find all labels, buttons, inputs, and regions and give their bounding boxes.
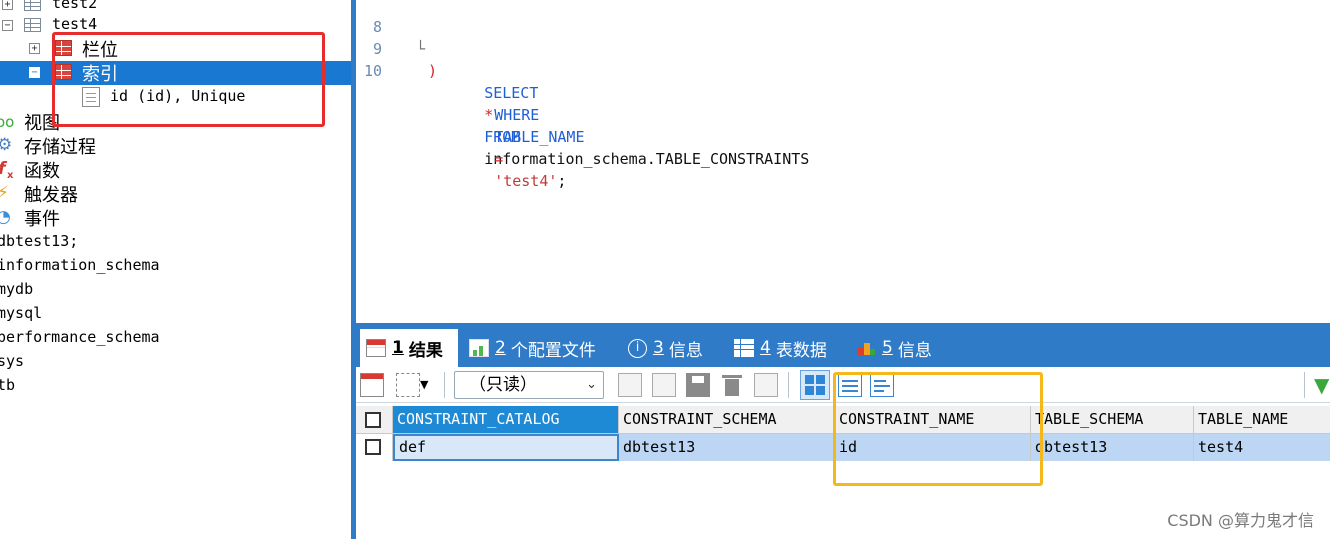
tree-item-label: test2 — [52, 0, 98, 12]
tree-item-label: sys — [0, 352, 25, 370]
select-all-checkbox[interactable] — [365, 412, 381, 428]
table-icon — [24, 0, 41, 11]
tab-label: 表数据 — [775, 340, 827, 361]
collapse-icon[interactable]: − — [2, 20, 13, 31]
tab-messages[interactable]: i 3 信息 — [628, 329, 703, 367]
add-row-icon[interactable] — [360, 373, 384, 397]
cancel-changes-icon[interactable] — [754, 373, 778, 397]
result-grid-icon — [366, 339, 386, 357]
fold-marker: └ — [416, 40, 426, 58]
tab-number: 4 — [760, 338, 771, 358]
filter-icon[interactable]: ▼ — [1314, 373, 1330, 397]
tab-label: 信息 — [897, 340, 932, 361]
save-icon[interactable] — [686, 373, 710, 397]
row-checkbox[interactable] — [365, 439, 381, 455]
toolbar-separator — [444, 372, 445, 398]
tree-item-label: information_schema — [0, 256, 160, 274]
delete-icon[interactable] — [720, 373, 744, 397]
column-header[interactable]: CONSTRAINT_CATALOG — [393, 406, 619, 433]
tab-info[interactable]: 5 信息 — [856, 329, 932, 367]
tab-number: 1 — [392, 338, 404, 358]
info-icon: i — [628, 338, 647, 358]
line-number: 10 — [363, 62, 382, 80]
lightning-icon: ⚡ — [0, 183, 9, 203]
tab-result[interactable]: 1 结果 — [360, 329, 458, 367]
column-header[interactable]: CONSTRAINT_SCHEMA — [619, 406, 835, 433]
grid-view-icon[interactable] — [800, 370, 830, 400]
tab-number: 5 — [882, 338, 893, 358]
grid-cell[interactable]: dbtest13 — [1031, 434, 1194, 461]
sql-identifier: TABLE_NAME — [494, 128, 585, 146]
tree-item-label: tb — [0, 376, 16, 394]
readonly-mode-select[interactable]: （只读） ⌄ — [454, 371, 604, 399]
row-select-cell[interactable] — [356, 434, 393, 461]
column-header[interactable]: TABLE_NAME — [1194, 406, 1330, 433]
tree-item-label: performance_schema — [0, 328, 160, 346]
tab-number: 2 — [495, 338, 506, 358]
table-icon — [24, 18, 41, 32]
readonly-mode-value: （只读） — [469, 375, 537, 395]
grid-cell[interactable]: test4 — [1194, 434, 1330, 461]
gear-icon: ⚙ — [0, 135, 13, 155]
sql-terminator: ; — [557, 172, 567, 190]
chevron-down-icon: ⌄ — [586, 377, 597, 392]
code-line: 10 WHERE TABLE_NAME = 'test4'; — [356, 38, 585, 190]
code-line: 8 └ ) — [356, 0, 437, 80]
code-line: 9 SELECT * FROM information_schema.TABLE… — [356, 16, 809, 168]
tree-item-label: 触发器 — [24, 185, 78, 206]
tree-item-label: 存储过程 — [24, 137, 96, 158]
tab-label: 信息 — [668, 340, 703, 361]
select-all-cell[interactable] — [356, 406, 393, 433]
toolbar-separator — [1304, 372, 1305, 398]
tree-item-label: test4 — [52, 15, 98, 33]
export-dropdown-icon[interactable]: ▼ — [420, 373, 434, 397]
result-tabbar: 1 结果 2 个配置文件 i 3 信息 4 表数据 5 信息 — [356, 323, 1330, 367]
views-icon: oo — [0, 113, 15, 131]
collapse-icon[interactable]: − — [29, 67, 40, 78]
sql-keyword: WHERE — [494, 106, 540, 124]
object-browser-tree: + test2 − test4 + 栏位 − 索引 id (id), Uniqu… — [0, 0, 351, 539]
info-blocks-icon — [856, 339, 876, 357]
tab-label: 结果 — [408, 340, 443, 361]
tree-item-label: 函数 — [24, 161, 60, 182]
tab-table-data[interactable]: 4 表数据 — [734, 329, 827, 367]
watermark: CSDN @算力鬼才信 — [1167, 511, 1314, 530]
sql-string: 'test4' — [494, 172, 558, 190]
sql-editor[interactable]: 8 └ ) 9 SELECT * FROM information_schema… — [356, 0, 1330, 323]
sql-operator: = — [494, 150, 504, 168]
column-header[interactable]: TABLE_SCHEMA — [1031, 406, 1194, 433]
duplicate-row-icon[interactable] — [652, 373, 676, 397]
grid-cell[interactable]: dbtest13 — [619, 434, 835, 461]
tree-item-label: dbtest13; — [0, 232, 79, 250]
yellow-highlight-box — [833, 372, 1043, 486]
tab-label: 个配置文件 — [510, 340, 596, 361]
grid-cell[interactable]: def — [393, 434, 619, 461]
tab-number: 3 — [653, 338, 664, 358]
tree-item-label: mydb — [0, 280, 34, 298]
tree-item-label: 事件 — [24, 209, 60, 230]
insert-row-icon[interactable] — [618, 373, 642, 397]
export-icon[interactable] — [396, 373, 420, 397]
expand-icon[interactable]: + — [2, 0, 13, 10]
tab-profile[interactable]: 2 个配置文件 — [469, 329, 596, 367]
profile-chart-icon — [469, 339, 489, 357]
table-data-icon — [734, 339, 754, 357]
function-icon: f — [0, 159, 5, 179]
clock-icon: ◔ — [0, 207, 11, 227]
tree-item-label: mysql — [0, 304, 43, 322]
expand-icon[interactable]: + — [29, 43, 40, 54]
red-highlight-box — [52, 32, 325, 127]
toolbar-separator — [788, 372, 789, 398]
